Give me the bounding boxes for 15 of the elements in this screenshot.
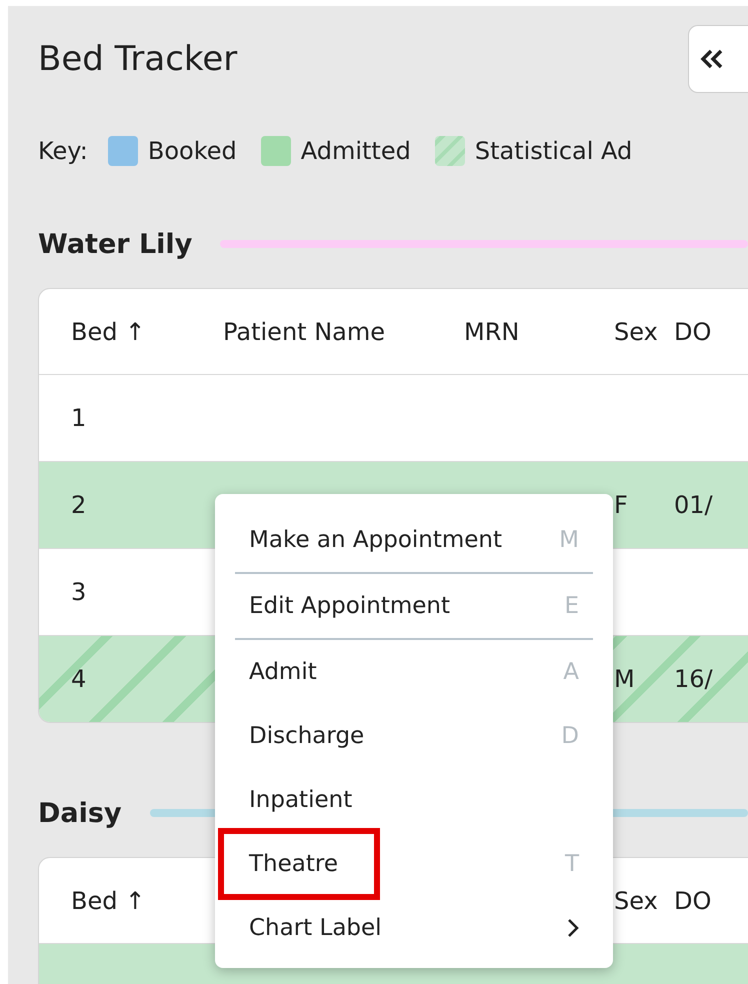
table-cell-text: 1 <box>71 404 88 432</box>
ward-heading: Water Lily <box>38 228 192 260</box>
table-cell-text: 16/ <box>674 665 714 693</box>
legend-label: Booked <box>148 137 237 165</box>
ward-heading: Daisy <box>38 798 122 828</box>
table-cell-text: 2 <box>71 491 88 519</box>
table-cell-text: 01/ <box>674 491 714 519</box>
table-cell-text: 4 <box>71 665 88 693</box>
page-title: Bed Tracker <box>38 39 238 79</box>
table-cell-text: M <box>614 665 636 693</box>
table-cell-text: F <box>614 491 629 519</box>
key-label: Key: <box>38 137 88 165</box>
legend-label: Admitted <box>300 137 411 165</box>
table-cell-text: 3 <box>71 578 88 606</box>
legend-label: Statistical Ad <box>474 137 632 165</box>
